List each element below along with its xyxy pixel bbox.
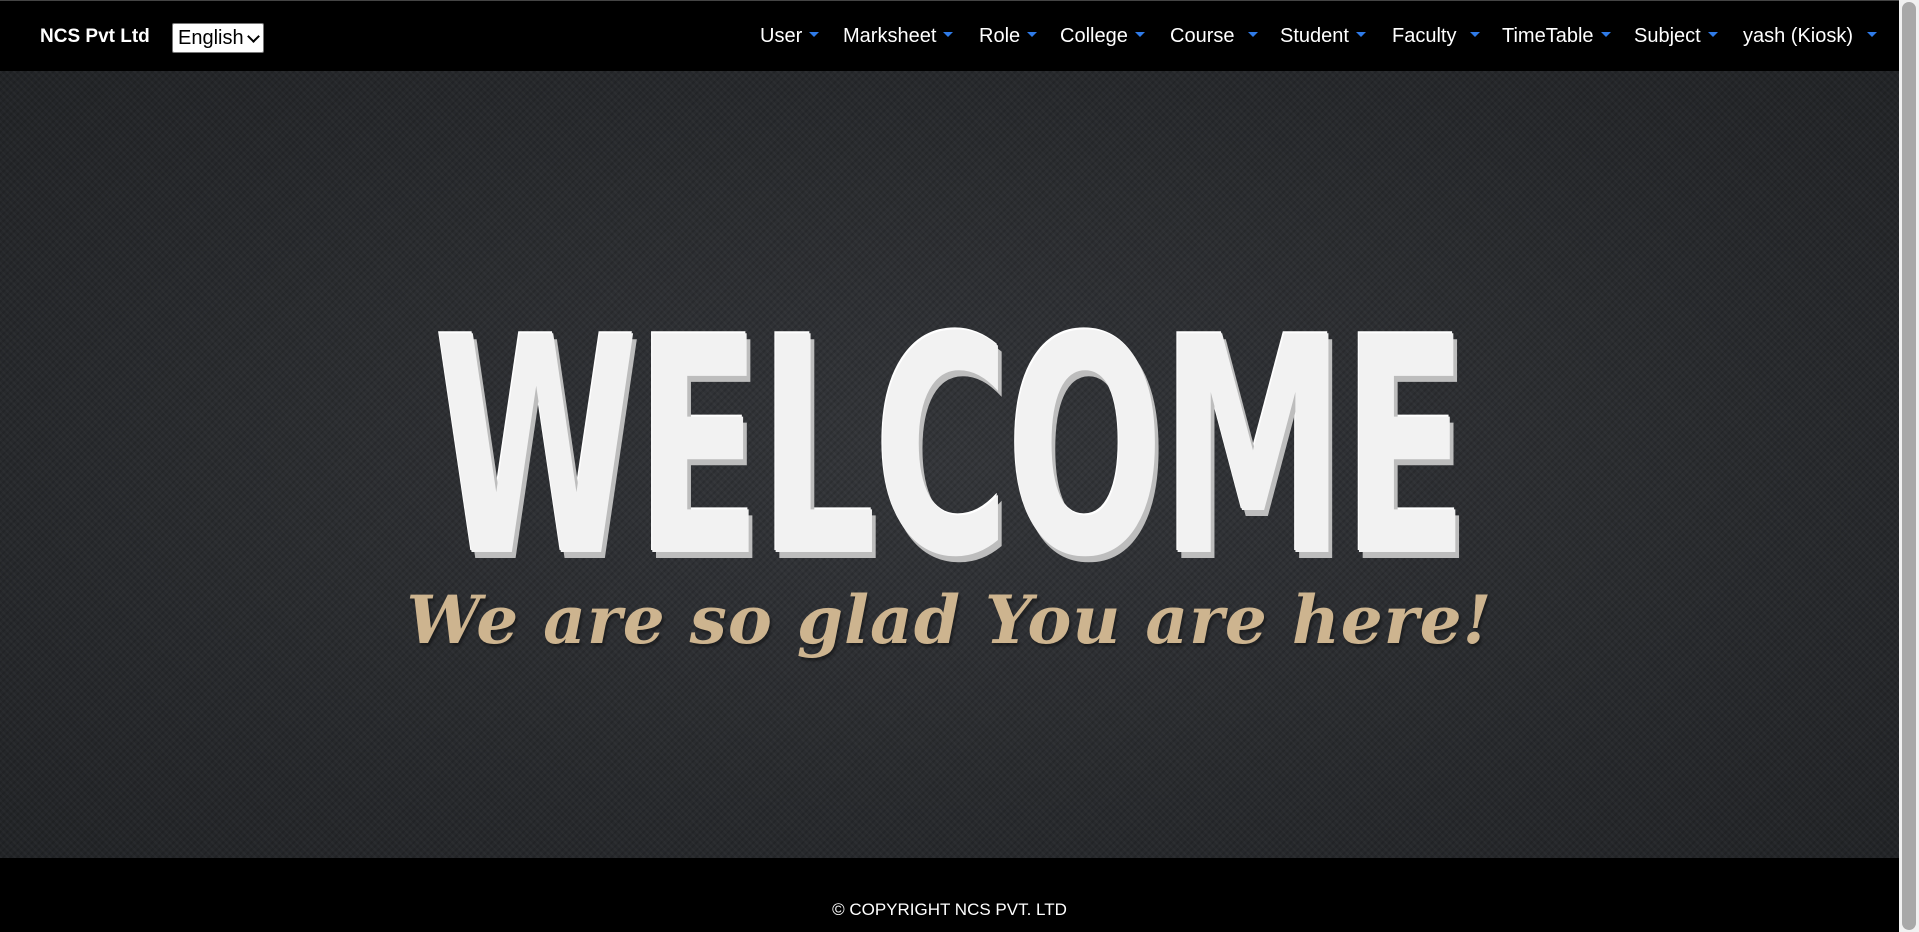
caret-down-icon (1470, 32, 1481, 37)
nav-item-label: Student (1280, 25, 1349, 47)
nav-item-course[interactable]: Course (1170, 1, 1259, 72)
chevron-down-icon (247, 30, 260, 43)
nav-item-label: yash (Kiosk) (1743, 25, 1854, 47)
caret-down-icon (1355, 32, 1366, 37)
welcome-heading: WELCOME (433, 274, 1469, 623)
caret-down-icon (1867, 32, 1878, 37)
nav-item-label: College (1060, 25, 1128, 47)
top-navbar: NCS Pvt Ltd English User Marksheet Role … (0, 0, 1899, 71)
nav-item-timetable[interactable]: TimeTable (1502, 1, 1611, 72)
nav-item-faculty[interactable]: Faculty (1392, 1, 1481, 72)
nav-item-subject[interactable]: Subject (1634, 1, 1718, 72)
welcome-hero-banner: WELCOME We are so glad You are here! (0, 71, 1899, 858)
nav-item-label: Marksheet (843, 25, 937, 47)
footer: © COPYRIGHT NCS PVT. LTD (0, 858, 1899, 932)
nav-item-label: TimeTable (1502, 25, 1594, 47)
brand-name[interactable]: NCS Pvt Ltd (40, 1, 150, 72)
caret-down-icon (1600, 32, 1611, 37)
nav-item-user[interactable]: User (760, 1, 820, 72)
nav-item-label: Faculty (1392, 25, 1457, 47)
nav-item-role[interactable]: Role (979, 1, 1038, 72)
nav-item-student[interactable]: Student (1280, 1, 1366, 72)
nav-item-label: User (760, 25, 803, 47)
vertical-scrollbar[interactable] (1899, 0, 1919, 932)
caret-down-icon (1027, 32, 1038, 37)
caret-down-icon (943, 32, 954, 37)
scrollbar-thumb[interactable] (1902, 2, 1916, 930)
welcome-tagline: We are so glad You are here! (406, 581, 1493, 659)
nav-item-label: Role (979, 25, 1021, 47)
caret-down-icon (1707, 32, 1718, 37)
caret-down-icon (1134, 32, 1145, 37)
nav-item-label: Course (1170, 25, 1235, 47)
copyright-text: © COPYRIGHT NCS PVT. LTD (832, 900, 1067, 919)
nav-item-user-account[interactable]: yash (Kiosk) (1743, 1, 1878, 72)
caret-down-icon (809, 32, 820, 37)
caret-down-icon (1248, 32, 1259, 37)
nav-item-college[interactable]: College (1060, 1, 1145, 72)
nav-item-label: Subject (1634, 25, 1701, 47)
language-select[interactable]: English (172, 23, 264, 53)
language-select-value: English (178, 27, 244, 49)
nav-item-marksheet[interactable]: Marksheet (843, 1, 954, 72)
